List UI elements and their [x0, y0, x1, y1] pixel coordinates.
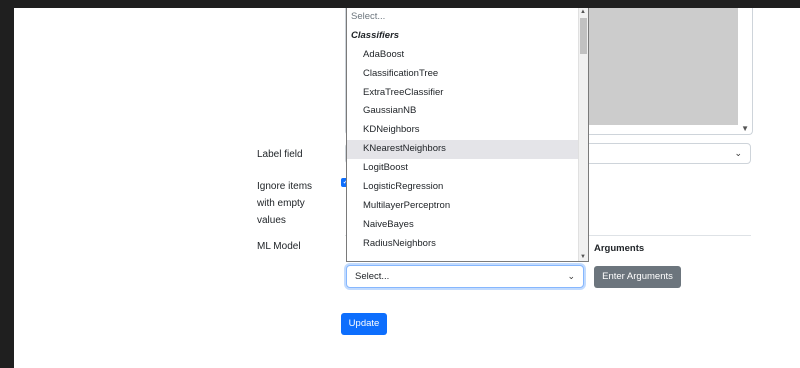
dropdown-option-radiusneighbors[interactable]: RadiusNeighbors [347, 235, 588, 254]
dropdown-scrollbar[interactable]: ▲ ▼ [578, 8, 588, 261]
ml-model-label: ML Model [257, 241, 301, 252]
dropdown-placeholder[interactable]: Select... [347, 8, 588, 27]
dropdown-option-gaussiannb[interactable]: GaussianNB [347, 102, 588, 121]
ignore-items-label-line: with empty [257, 198, 305, 209]
dropdown-option-logitboost[interactable]: LogitBoost [347, 159, 588, 178]
label-field-label: Label field [257, 149, 303, 160]
dropdown-group-classifiers: Classifiers [351, 29, 400, 41]
dropdown-option-classificationtree[interactable]: ClassificationTree [347, 65, 588, 84]
form-page: ▼ Label field ⌄ Ignore items with empty … [14, 8, 800, 368]
ml-model-select-value: Select... [355, 271, 390, 282]
dropdown-option-naivebayes[interactable]: NaiveBayes [347, 216, 588, 235]
dropdown-option-knearestneighbors[interactable]: KNearestNeighbors [347, 140, 588, 160]
feature-list-scroll-area [567, 8, 738, 125]
dropdown-scroll-thumb[interactable] [580, 18, 587, 54]
dropdown-option-adaboost[interactable]: AdaBoost [347, 46, 588, 65]
arguments-heading: Arguments [594, 243, 645, 254]
scroll-down-icon[interactable]: ▼ [741, 124, 749, 133]
ignore-items-label-line: Ignore items [257, 181, 313, 192]
dropdown-option-kdneighbors[interactable]: KDNeighbors [347, 121, 588, 140]
scroll-up-icon[interactable]: ▲ [580, 9, 586, 15]
scroll-down-icon[interactable]: ▼ [580, 254, 586, 260]
ml-model-select[interactable]: Select... ⌄ [346, 265, 584, 288]
enter-arguments-button[interactable]: Enter Arguments [594, 266, 681, 288]
chevron-down-icon: ⌄ [734, 148, 742, 158]
chevron-down-icon: ⌄ [567, 271, 575, 281]
dropdown-option-extratreeclassifier[interactable]: ExtraTreeClassifier [347, 84, 588, 103]
ml-model-dropdown-list[interactable]: Select... Classifiers AdaBoost Classific… [346, 8, 589, 262]
ignore-items-label: Ignore items with empty values [257, 178, 312, 229]
dropdown-option-logisticregression[interactable]: LogisticRegression [347, 178, 588, 197]
update-button[interactable]: Update [341, 313, 387, 335]
ignore-items-label-line: values [257, 215, 286, 226]
dropdown-option-multilayerperceptron[interactable]: MultilayerPerceptron [347, 197, 588, 216]
